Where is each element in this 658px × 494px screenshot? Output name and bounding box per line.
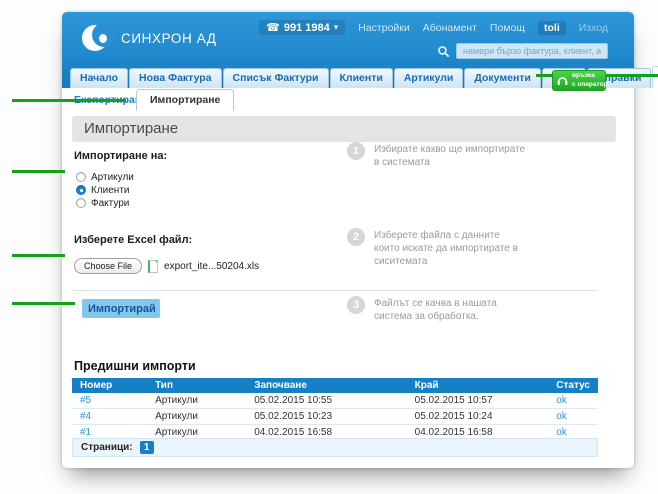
import-number-link[interactable]: #5	[80, 395, 91, 406]
brand-name: СИНХРОН АД	[121, 31, 217, 46]
import-number-link[interactable]: #1	[80, 427, 91, 438]
annotation-line-subtab	[12, 99, 126, 102]
tab-artikuli[interactable]: Артикули	[394, 68, 464, 88]
pagination-bar: Страници: 1	[72, 438, 598, 457]
page-1-button[interactable]: 1	[140, 441, 154, 454]
step-3: 3 Файлът се качва в нашата система за об…	[347, 296, 526, 323]
step-2: 2 Изберете файла с данните които искате …	[347, 228, 526, 269]
step-3-text: Файлът се качва в нашата система за обра…	[374, 296, 526, 323]
excel-file-heading: Изберете Excel файл:	[74, 234, 192, 246]
col-status: Статус	[548, 378, 598, 393]
subscription-link[interactable]: Абонамент	[423, 22, 477, 34]
phone-number: 991 1984	[284, 22, 330, 34]
col-end: Край	[407, 378, 549, 393]
annotation-line-radio	[12, 170, 65, 173]
user-link[interactable]: toli	[538, 21, 566, 35]
brand-logo: СИНХРОН АД	[82, 23, 217, 53]
app-window: СИНХРОН АД ☎ 991 1984 ▾ Настройки Абонам…	[62, 12, 634, 468]
step-1: 1 Избирате какво ще импортирате в систем…	[347, 142, 526, 169]
import-type: Артикули	[147, 409, 246, 425]
history-heading: Предишни импорти	[74, 359, 196, 373]
logout-link[interactable]: Изход	[579, 22, 608, 34]
table-row: #4 Артикули 05.02.2015 10:23 05.02.2015 …	[72, 409, 598, 425]
import-of-heading: Импортиране на:	[74, 150, 167, 162]
operator-button-label-line1: връзка	[572, 72, 608, 80]
sub-nav: Експортиране Импортиране	[62, 88, 634, 112]
file-input-row: Choose File export_ite...50204.xls	[74, 258, 259, 274]
radio-icon	[76, 198, 86, 208]
col-number: Номер	[72, 378, 147, 393]
import-button[interactable]: Импортирай	[82, 299, 160, 318]
table-header-row: Номер Тип Започване Край Статус	[72, 378, 598, 393]
import-end: 05.02.2015 10:24	[407, 409, 549, 425]
step-2-text: Изберете файла с данните които искате да…	[374, 228, 526, 269]
phone-selector[interactable]: ☎ 991 1984 ▾	[259, 20, 345, 35]
choose-file-button[interactable]: Choose File	[74, 258, 142, 274]
tab-nova-faktura[interactable]: Нова Фактура	[129, 68, 222, 88]
search-icon	[437, 45, 450, 58]
annotation-line-import-button	[12, 302, 75, 305]
header-links: ☎ 991 1984 ▾ Настройки Абонамент Помощ t…	[259, 20, 608, 35]
step-3-number: 3	[347, 296, 365, 314]
radio-fakturi-label: Фактури	[91, 198, 129, 209]
settings-link[interactable]: Настройки	[358, 22, 410, 34]
radio-artikuli-label: Артикули	[91, 172, 134, 183]
col-start: Започване	[246, 378, 406, 393]
radio-klienti-label: Клиенти	[91, 185, 130, 196]
caret-down-icon: ▾	[334, 22, 339, 33]
radio-klienti[interactable]: Клиенти	[76, 184, 130, 196]
brand-logo-icon	[82, 23, 112, 53]
page-title: Импортиране	[72, 116, 616, 142]
step-1-text: Избирате какво ще импортирате в системат…	[374, 142, 526, 169]
status-link[interactable]: ok	[556, 427, 567, 438]
phone-icon: ☎	[266, 21, 280, 34]
section-divider	[72, 290, 598, 291]
search-input[interactable]	[456, 43, 608, 59]
col-type: Тип	[147, 378, 246, 393]
step-1-number: 1	[347, 142, 365, 160]
headset-icon	[556, 75, 569, 86]
tab-spisak-fakturi[interactable]: Списък Фактури	[223, 68, 329, 88]
screenshot-stage: СИНХРОН АД ☎ 991 1984 ▾ Настройки Абонам…	[0, 0, 658, 494]
import-start: 05.02.2015 10:55	[246, 393, 406, 409]
selected-filename: export_ite...50204.xls	[164, 261, 259, 272]
import-type: Артикули	[147, 393, 246, 409]
operator-button-label-line2: с оператор	[572, 81, 608, 89]
search-bar	[437, 43, 608, 59]
help-link[interactable]: Помощ	[490, 22, 525, 34]
status-link[interactable]: ok	[556, 395, 567, 406]
radio-fakturi[interactable]: Фактури	[76, 197, 129, 209]
table-row: #5 Артикули 05.02.2015 10:55 05.02.2015 …	[72, 393, 598, 409]
tab-dokumenti[interactable]: Документи	[464, 68, 541, 88]
tab-import-export[interactable]: Импорт/експорт	[652, 66, 658, 88]
radio-artikuli[interactable]: Артикули	[76, 171, 134, 183]
operator-button[interactable]: връзка с оператор	[552, 70, 606, 91]
step-2-number: 2	[347, 228, 365, 246]
excel-file-icon	[148, 260, 158, 273]
radio-icon	[76, 172, 86, 182]
status-link[interactable]: ok	[556, 411, 567, 422]
annotation-line-file	[12, 254, 65, 257]
radio-checked-icon	[76, 185, 86, 195]
subtab-import[interactable]: Импортиране	[136, 89, 234, 111]
history-table: Номер Тип Започване Край Статус #5 Артик…	[72, 378, 598, 441]
import-end: 05.02.2015 10:57	[407, 393, 549, 409]
tab-klienti[interactable]: Клиенти	[330, 68, 393, 88]
import-start: 05.02.2015 10:23	[246, 409, 406, 425]
import-number-link[interactable]: #4	[80, 411, 91, 422]
tab-nachalo[interactable]: Начало	[70, 68, 128, 88]
pagination-label: Страници:	[81, 442, 133, 453]
